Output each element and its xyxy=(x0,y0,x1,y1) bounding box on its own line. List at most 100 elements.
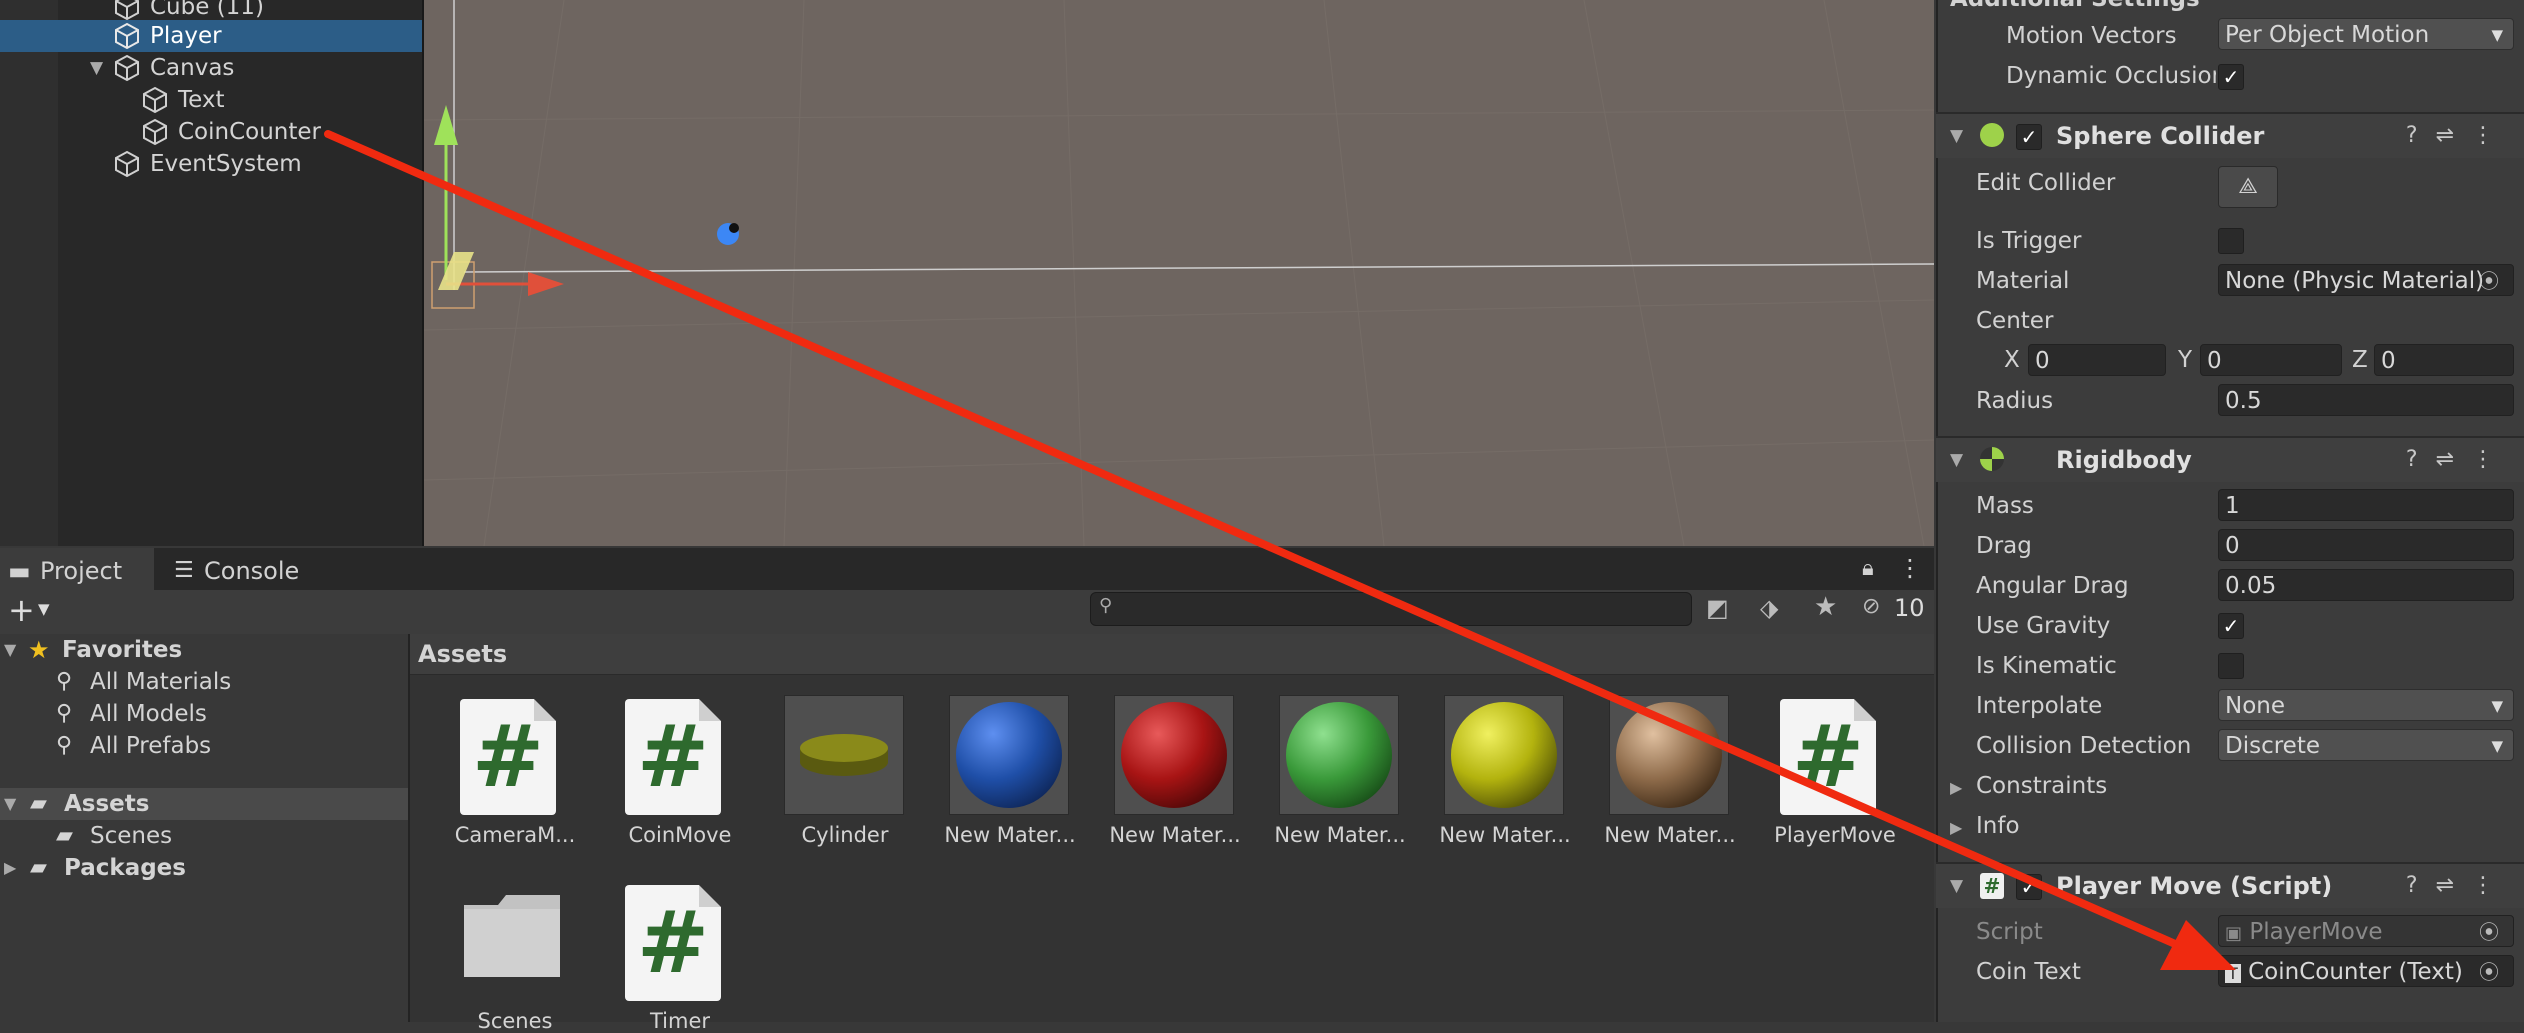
presets-icon[interactable]: ⇌ xyxy=(2436,447,2472,472)
script-object-field: ▣ PlayerMove ⦿ xyxy=(2218,915,2514,947)
chevron-down-icon[interactable]: ▼ xyxy=(38,600,50,618)
mass-field[interactable]: 1 xyxy=(2218,489,2514,521)
material-thumbnail xyxy=(1279,695,1399,815)
interpolate-label: Interpolate xyxy=(1976,693,2103,719)
tree-item-packages[interactable]: ▶ ▰ Packages xyxy=(0,852,408,884)
hierarchy-item-text[interactable]: Text xyxy=(0,84,422,116)
tree-item-scenes[interactable]: ▰ Scenes xyxy=(0,820,408,852)
object-picker-icon[interactable]: ⦿ xyxy=(2479,265,2499,295)
hierarchy-item-label: Text xyxy=(178,87,225,113)
is-trigger-checkbox[interactable] xyxy=(2218,228,2244,254)
center-x-field[interactable]: 0 xyxy=(2028,344,2166,376)
material-object-field[interactable]: None (Physic Material) ⦿ xyxy=(2218,264,2514,296)
hierarchy-item-eventsystem[interactable]: EventSystem xyxy=(0,148,422,180)
collapse-triangle-icon[interactable]: ▼ xyxy=(1950,438,1963,482)
center-x-value: 0 xyxy=(2035,348,2050,374)
expand-triangle-icon[interactable]: ▼ xyxy=(4,634,16,666)
add-icon[interactable]: + xyxy=(8,590,35,630)
collapse-triangle-icon[interactable]: ▼ xyxy=(1950,864,1963,908)
x-axis-label: X xyxy=(2004,347,2020,373)
tab-console-label: Console xyxy=(204,557,300,585)
center-y-field[interactable]: 0 xyxy=(2200,344,2342,376)
coin-text-object-field[interactable]: T CoinCounter (Text) ⦿ xyxy=(2218,955,2514,987)
hierarchy-item-coincounter[interactable]: CoinCounter xyxy=(0,116,422,148)
angular-drag-field[interactable]: 0.05 xyxy=(2218,569,2514,601)
presets-icon[interactable]: ⇌ xyxy=(2436,123,2472,148)
favorite-all-materials[interactable]: ⚲ All Materials xyxy=(0,666,408,698)
favorites-header[interactable]: ▼ ★ Favorites xyxy=(0,634,408,666)
gameobject-cube-icon xyxy=(115,22,139,50)
use-gravity-checkbox[interactable]: ✓ xyxy=(2218,613,2244,639)
object-picker-icon: ⦿ xyxy=(2479,920,2499,944)
constraints-label: Constraints xyxy=(1976,773,2108,799)
csharp-script-icon: # xyxy=(1980,873,2004,899)
material-value: None (Physic Material) xyxy=(2225,268,2485,294)
open-folder-icon: ▰ xyxy=(30,791,47,816)
dynamic-occlusion-checkbox[interactable]: ✓ xyxy=(2218,64,2244,90)
asset-label: CoinMove xyxy=(628,823,732,847)
object-picker-icon[interactable]: ⦿ xyxy=(2479,956,2499,986)
center-z-field[interactable]: 0 xyxy=(2374,344,2514,376)
hidden-packages-icon[interactable]: ⊘ xyxy=(1862,594,1880,619)
player-move-enabled-checkbox[interactable]: ✓ xyxy=(2016,874,2042,900)
z-axis-label: Z xyxy=(2352,347,2368,373)
radius-field[interactable]: 0.5 xyxy=(2218,384,2514,416)
help-icon[interactable]: ? xyxy=(2406,447,2436,472)
sphere-collider-header[interactable]: ▼ ✓ Sphere Collider ?⇌⋮ xyxy=(1936,112,2524,158)
presets-icon[interactable]: ⇌ xyxy=(2436,873,2472,898)
tab-console[interactable]: ☰ Console xyxy=(168,548,318,594)
kebab-menu-icon[interactable]: ⋮ xyxy=(2472,123,2512,148)
folder-icon: ▬ xyxy=(8,557,31,585)
expand-triangle-icon[interactable]: ▼ xyxy=(4,788,16,820)
help-icon[interactable]: ? xyxy=(2406,123,2436,148)
kebab-menu-icon[interactable]: ⋮ xyxy=(1898,554,1922,582)
angular-drag-label: Angular Drag xyxy=(1976,573,2129,599)
text-component-icon: T xyxy=(2225,964,2241,983)
drag-field[interactable]: 0 xyxy=(2218,529,2514,561)
player-move-script-header[interactable]: ▼ # ✓ Player Move (Script) ?⇌⋮ xyxy=(1936,862,2524,908)
help-icon[interactable]: ? xyxy=(2406,873,2436,898)
additional-settings-header[interactable]: Additional Settings xyxy=(1950,0,2200,12)
favorite-all-prefabs[interactable]: ⚲ All Prefabs xyxy=(0,730,408,762)
info-foldout[interactable]: ▶ Info xyxy=(1950,807,2020,845)
favorite-all-models[interactable]: ⚲ All Models xyxy=(0,698,408,730)
edit-collider-icon: ⟁ xyxy=(2238,174,2258,199)
component-header-icons: ?⇌⋮ xyxy=(2406,438,2512,482)
motion-vectors-dropdown[interactable]: Per Object Motion xyxy=(2218,18,2514,50)
interpolate-dropdown[interactable]: None xyxy=(2218,689,2514,721)
asset-label: Scenes xyxy=(477,1009,553,1033)
expand-triangle-icon[interactable]: ▼ xyxy=(90,52,103,84)
hierarchy-item-canvas[interactable]: ▼ Canvas xyxy=(0,52,422,84)
asset-label: CameraM... xyxy=(454,823,576,847)
csharp-script-icon: # xyxy=(1780,699,1876,815)
tree-item-label: Scenes xyxy=(90,823,173,849)
lock-icon[interactable]: 🔒︎ xyxy=(1862,556,1874,581)
favorite-star-icon[interactable]: ★ xyxy=(1814,592,1837,622)
gizmo-z-handle[interactable] xyxy=(714,222,744,252)
collision-detection-dropdown[interactable]: Discrete xyxy=(2218,729,2514,761)
collision-detection-value: Discrete xyxy=(2225,733,2320,759)
constraints-foldout[interactable]: ▶ Constraints xyxy=(1950,767,2107,805)
filter-by-label-icon[interactable]: ⬗ xyxy=(1760,594,1778,622)
is-kinematic-label: Is Kinematic xyxy=(1976,653,2117,679)
sphere-collider-enabled-checkbox[interactable]: ✓ xyxy=(2016,124,2042,150)
component-header-icons: ?⇌⋮ xyxy=(2406,114,2512,158)
favorite-label: All Materials xyxy=(90,669,232,695)
filter-by-type-icon[interactable]: ◩ xyxy=(1706,594,1729,622)
tree-item-assets[interactable]: ▼ ▰ Assets xyxy=(0,788,408,820)
star-icon: ★ xyxy=(28,636,50,664)
kebab-menu-icon[interactable]: ⋮ xyxy=(2472,447,2512,472)
is-kinematic-checkbox[interactable] xyxy=(2218,653,2244,679)
hierarchy-item-player[interactable]: Player xyxy=(0,20,422,52)
center-y-value: 0 xyxy=(2207,348,2222,374)
csharp-script-icon: # xyxy=(625,699,721,815)
search-input[interactable]: ⚲ xyxy=(1090,592,1692,626)
tab-project[interactable]: ▬ Project xyxy=(0,548,154,594)
move-gizmo[interactable] xyxy=(424,0,724,340)
collapse-triangle-icon[interactable]: ▼ xyxy=(1950,114,1963,158)
scene-view[interactable] xyxy=(424,0,1934,546)
kebab-menu-icon[interactable]: ⋮ xyxy=(2472,873,2512,898)
expand-triangle-icon[interactable]: ▶ xyxy=(4,852,16,884)
rigidbody-header[interactable]: ▼ Rigidbody ?⇌⋮ xyxy=(1936,436,2524,482)
edit-collider-button[interactable]: ⟁ xyxy=(2218,166,2278,208)
